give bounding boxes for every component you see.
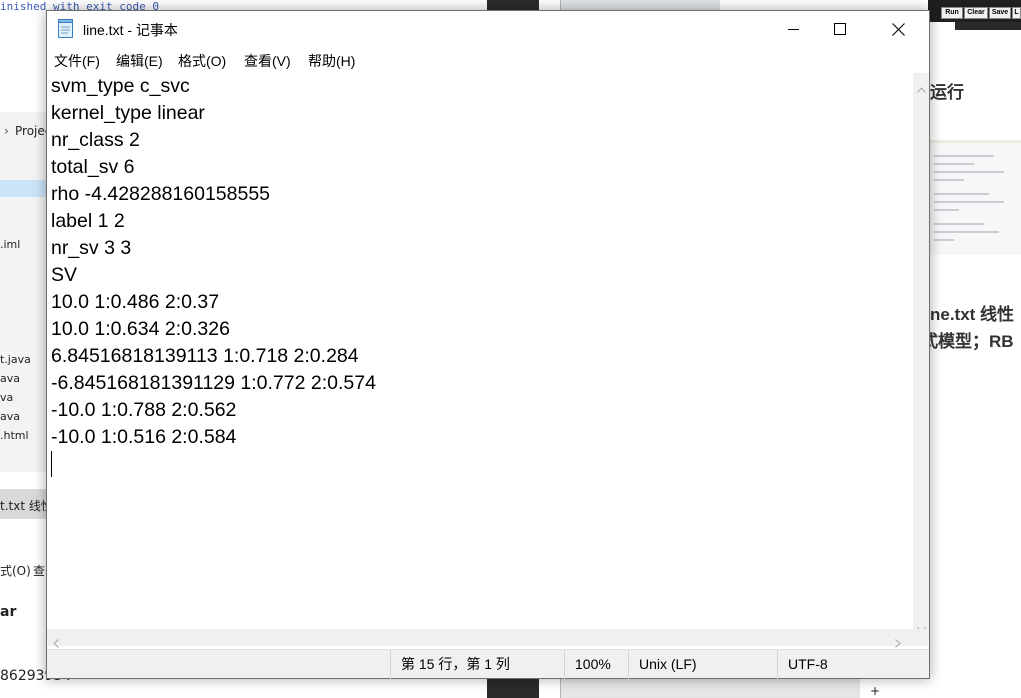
- load-button[interactable]: L: [1012, 7, 1021, 19]
- background-code-thumbnail: [930, 140, 1021, 255]
- title-bar[interactable]: line.txt - 记事本: [47, 11, 929, 47]
- text-line: 6.84516818139113 1:0.718 2:0.284: [51, 345, 359, 367]
- background-dark-window: [487, 676, 539, 698]
- text-line: total_sv 6: [51, 156, 135, 178]
- desktop: inished with exit code 0 › Projec .iml t…: [0, 0, 1021, 698]
- project-file-item[interactable]: ava: [0, 372, 20, 385]
- background-ide-window: [560, 676, 860, 698]
- text-line: rho -4.428288160158555: [51, 183, 271, 205]
- project-file-item[interactable]: .iml: [0, 238, 20, 251]
- background-heading: 运行: [930, 83, 964, 102]
- status-encoding: UTF-8: [777, 650, 929, 679]
- text-line: 10.0 1:0.634 2:0.326: [51, 318, 230, 340]
- text-line: nr_class 2: [51, 129, 140, 151]
- text-line: svm_type c_svc: [51, 75, 190, 97]
- project-file-item[interactable]: ava: [0, 410, 20, 423]
- text-editor[interactable]: svm_type c_svc kernel_type linear nr_cla…: [47, 73, 913, 629]
- text-line: -6.845168181391129 1:0.772 2:0.574: [51, 372, 376, 394]
- breadcrumb-chevron-icon: ›: [4, 124, 9, 138]
- background-heading: ne.txt 线性: [930, 305, 1015, 324]
- run-button[interactable]: Run: [941, 7, 963, 19]
- menu-bar: 文件(F) 编辑(E) 格式(O) 查看(V) 帮助(H): [47, 47, 929, 71]
- text-line: -10.0 1:0.788 2:0.562: [51, 399, 237, 421]
- background-menu-fragment[interactable]: 式(O): [0, 562, 31, 579]
- status-line-ending: Unix (LF): [628, 650, 777, 679]
- text-line: nr_sv 3 3: [51, 237, 132, 259]
- text-caret: [51, 451, 52, 477]
- maximize-button[interactable]: [817, 11, 863, 47]
- window-title: line.txt - 记事本: [83, 22, 178, 38]
- save-button[interactable]: Save: [989, 7, 1011, 19]
- text-line: kernel_type linear: [51, 102, 205, 124]
- menu-file[interactable]: 文件(F): [54, 51, 100, 71]
- background-heading: 式模型；RB: [921, 332, 1014, 351]
- status-cursor-position: 第 15 行，第 1 列: [390, 650, 564, 679]
- notepad-icon[interactable]: [57, 19, 75, 39]
- minimize-icon: [788, 23, 800, 35]
- text-line: -10.0 1:0.516 2:0.584: [51, 426, 237, 448]
- minimize-button[interactable]: [771, 11, 817, 47]
- maximize-icon: [834, 23, 846, 35]
- project-selected-row: [0, 180, 48, 197]
- status-bar: 第 15 行，第 1 列 100% Unix (LF) UTF-8: [47, 649, 929, 679]
- background-tab-label[interactable]: t.txt 线性: [0, 497, 53, 514]
- project-file-item[interactable]: .html: [0, 429, 29, 442]
- text-line: 10.0 1:0.486 2:0.37: [51, 291, 220, 313]
- background-ide-window: [560, 0, 720, 10]
- background-menu-fragment[interactable]: 查: [33, 562, 45, 579]
- add-icon: +: [870, 684, 881, 698]
- background-text-fragment: ar: [0, 604, 17, 620]
- text-line: label 1 2: [51, 210, 125, 232]
- background-canvas-edge: [955, 22, 1021, 30]
- menu-help[interactable]: 帮助(H): [308, 51, 355, 71]
- scrollbar-corner: [913, 629, 929, 646]
- background-toolbar: Run Clear Save L: [928, 0, 1021, 22]
- scroll-up-icon[interactable]: [917, 78, 926, 97]
- clear-button[interactable]: Clear: [964, 7, 988, 19]
- menu-format[interactable]: 格式(O): [178, 51, 226, 71]
- close-button[interactable]: [875, 11, 921, 47]
- text-line: SV: [51, 264, 78, 286]
- project-file-item[interactable]: va: [0, 391, 13, 404]
- menu-view[interactable]: 查看(V): [244, 51, 291, 71]
- menu-edit[interactable]: 编辑(E): [116, 51, 163, 71]
- close-icon: [891, 22, 905, 36]
- horizontal-scrollbar[interactable]: [47, 629, 913, 648]
- notepad-window[interactable]: line.txt - 记事本 文件(F) 编辑(E) 格式(O) 查看(V) 帮…: [46, 10, 930, 679]
- vertical-scrollbar[interactable]: [913, 73, 929, 633]
- status-zoom: 100%: [564, 650, 628, 679]
- project-file-item[interactable]: t.java: [0, 353, 31, 366]
- background-dark-window: [487, 0, 539, 10]
